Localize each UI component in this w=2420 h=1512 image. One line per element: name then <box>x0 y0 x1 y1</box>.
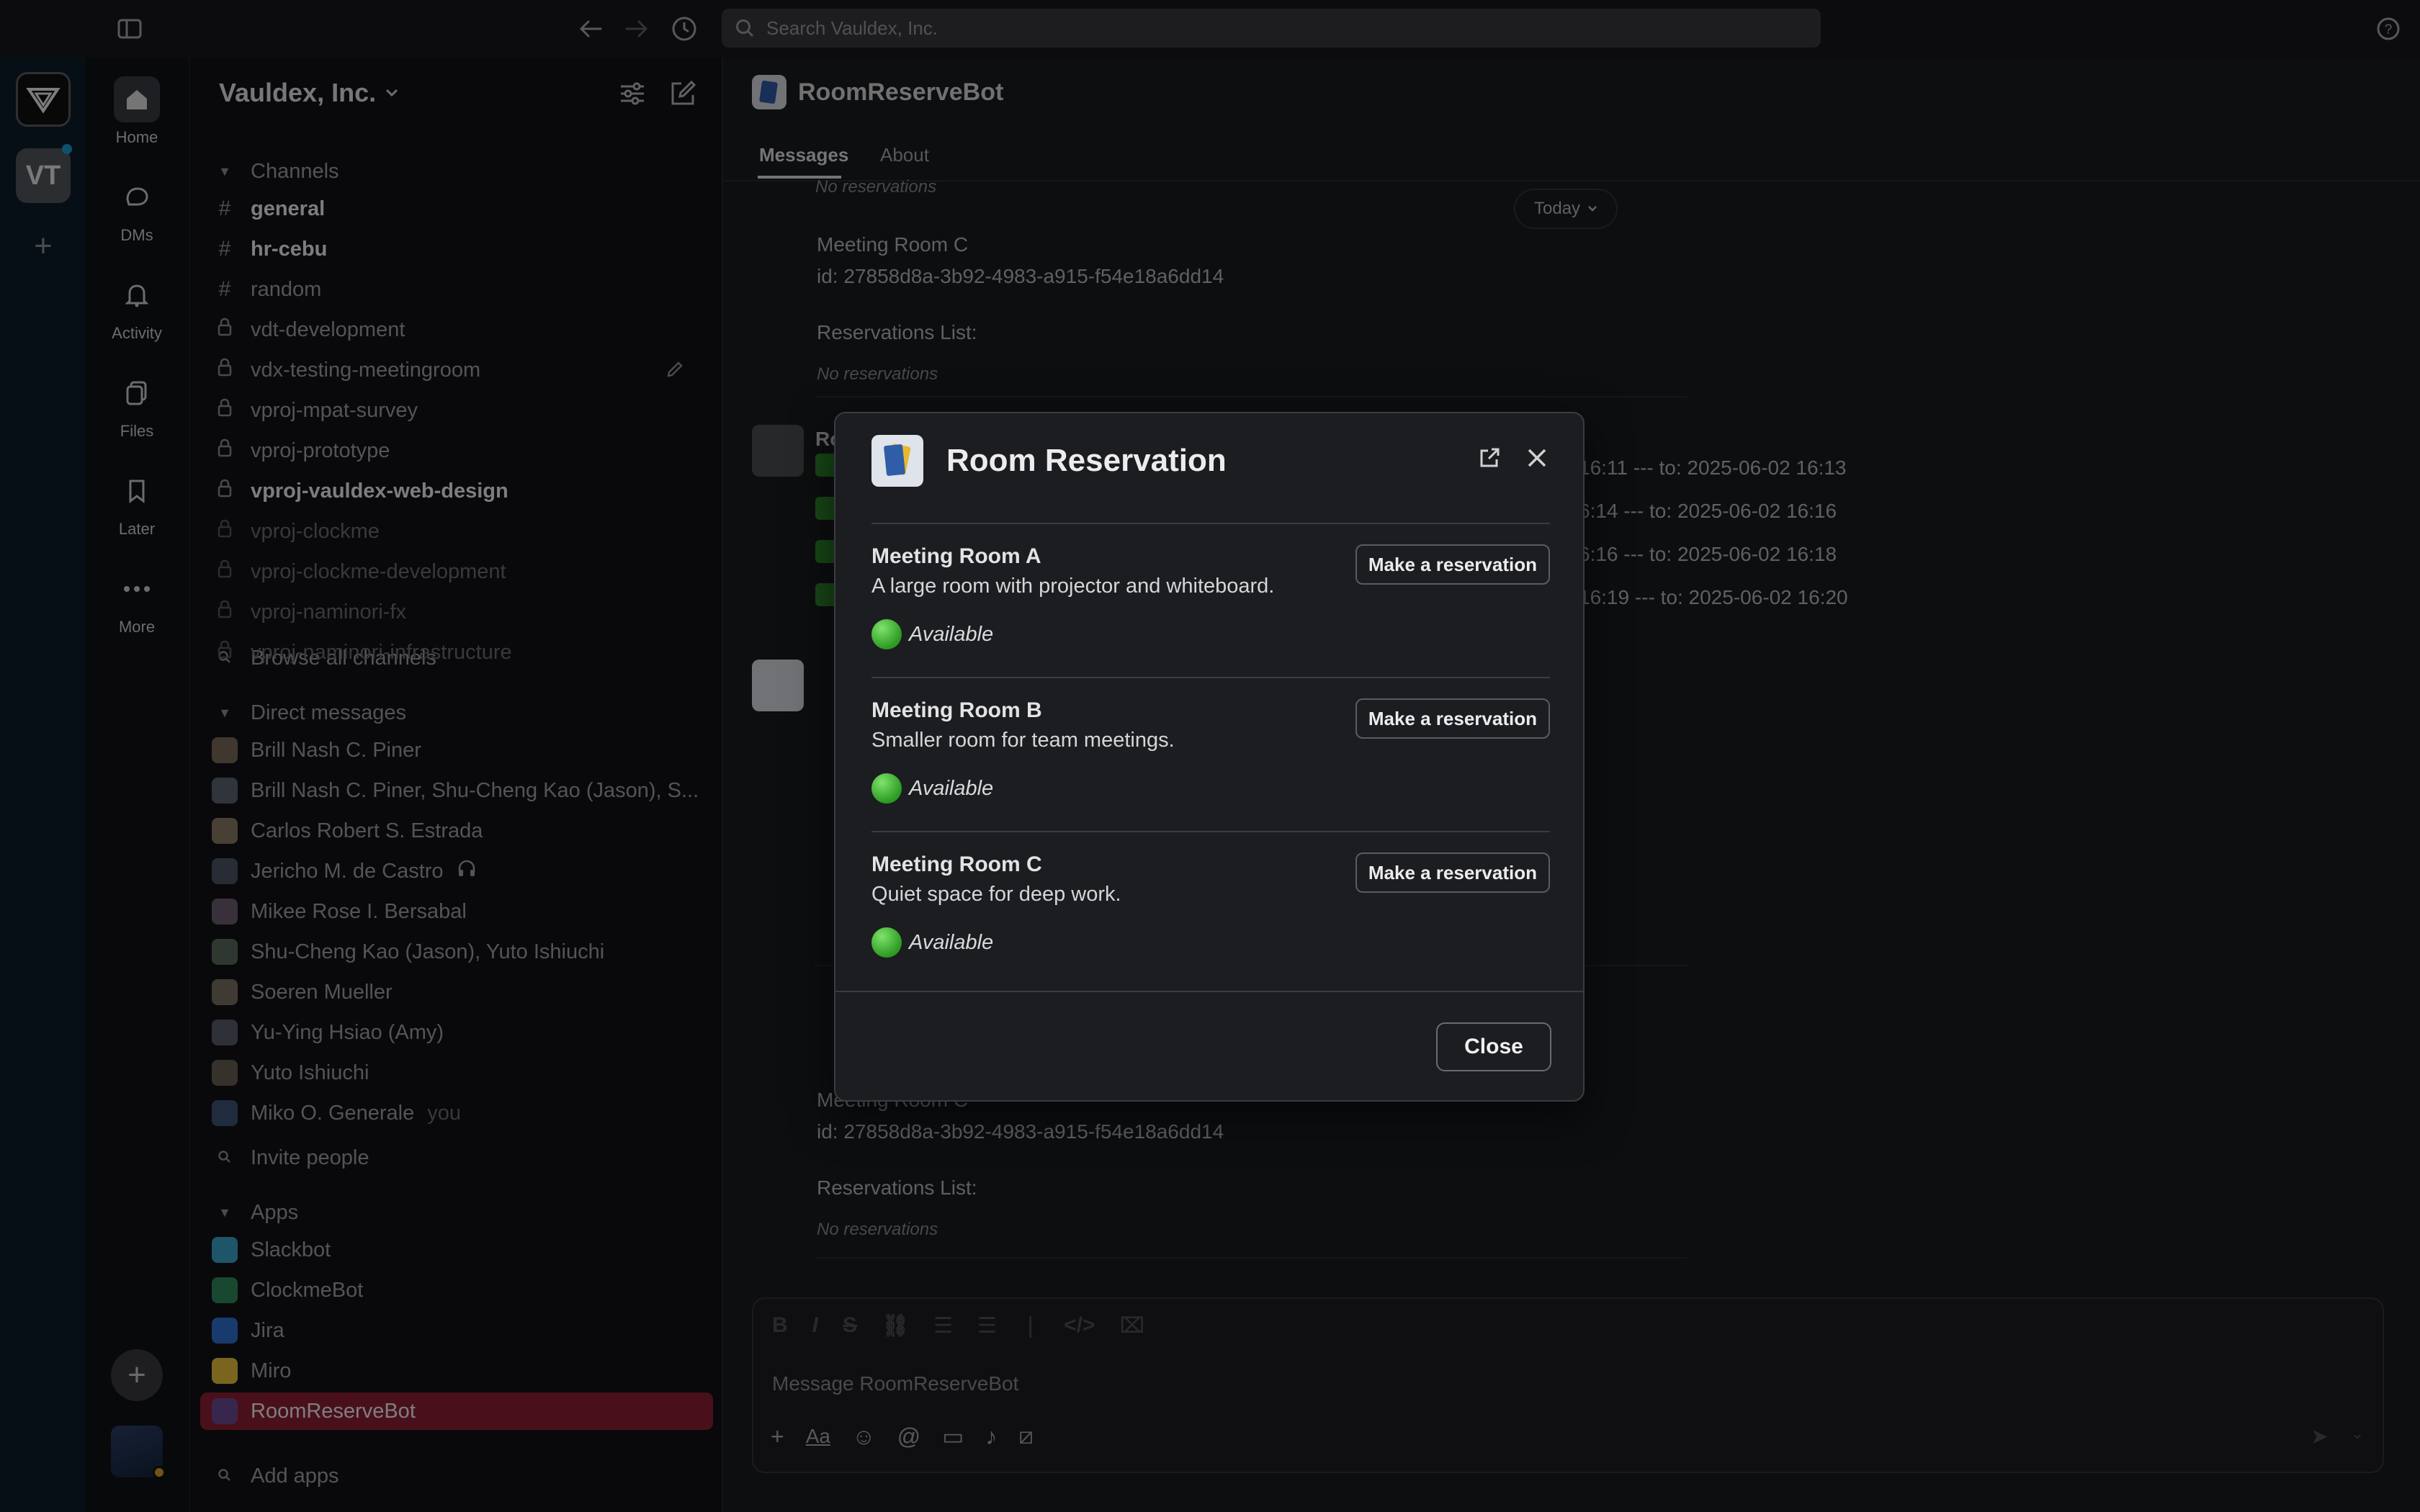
button-label: Make a reservation <box>1368 861 1537 883</box>
green-circle-icon <box>871 773 902 804</box>
divider <box>871 523 1550 524</box>
room-name: Meeting Room C <box>871 852 1042 876</box>
room-description: Smaller room for team meetings. <box>871 729 1175 752</box>
modal-header: Room Reservation <box>871 435 1227 487</box>
button-label: Make a reservation <box>1368 553 1537 575</box>
divider <box>871 677 1550 678</box>
app-window: Search Vauldex, Inc. ? VT + Home DMs Act… <box>0 0 2420 1512</box>
room-status: Available <box>871 927 993 958</box>
make-reservation-button-a[interactable]: Make a reservation <box>1355 544 1550 585</box>
room-name: Meeting Room B <box>871 698 1042 722</box>
make-reservation-button-c[interactable]: Make a reservation <box>1355 852 1550 893</box>
bot-logo-icon <box>871 435 923 487</box>
modal-title: Room Reservation <box>946 443 1227 478</box>
room-description: A large room with projector and whiteboa… <box>871 575 1275 598</box>
divider <box>871 831 1550 832</box>
close-icon[interactable] <box>1521 442 1553 474</box>
status-text: Available <box>909 622 994 646</box>
green-circle-icon <box>871 927 902 958</box>
modal-footer-divider <box>835 991 1583 992</box>
room-item-a: Meeting Room A A large room with project… <box>871 544 1550 698</box>
close-button[interactable]: Close <box>1436 1022 1551 1071</box>
room-reservation-modal: Room Reservation Meeting Room A A large … <box>834 412 1585 1102</box>
room-item-c: Meeting Room C Quiet space for deep work… <box>871 852 1550 1007</box>
room-name: Meeting Room A <box>871 544 1041 568</box>
room-description: Quiet space for deep work. <box>871 883 1121 906</box>
button-label: Make a reservation <box>1368 707 1537 729</box>
room-status: Available <box>871 619 993 649</box>
button-label: Close <box>1464 1035 1523 1058</box>
make-reservation-button-b[interactable]: Make a reservation <box>1355 698 1550 739</box>
green-circle-icon <box>871 619 902 649</box>
room-status: Available <box>871 773 993 804</box>
open-external-icon[interactable] <box>1474 442 1505 474</box>
status-text: Available <box>909 930 994 954</box>
room-item-b: Meeting Room B Smaller room for team mee… <box>871 698 1550 852</box>
status-text: Available <box>909 776 994 800</box>
